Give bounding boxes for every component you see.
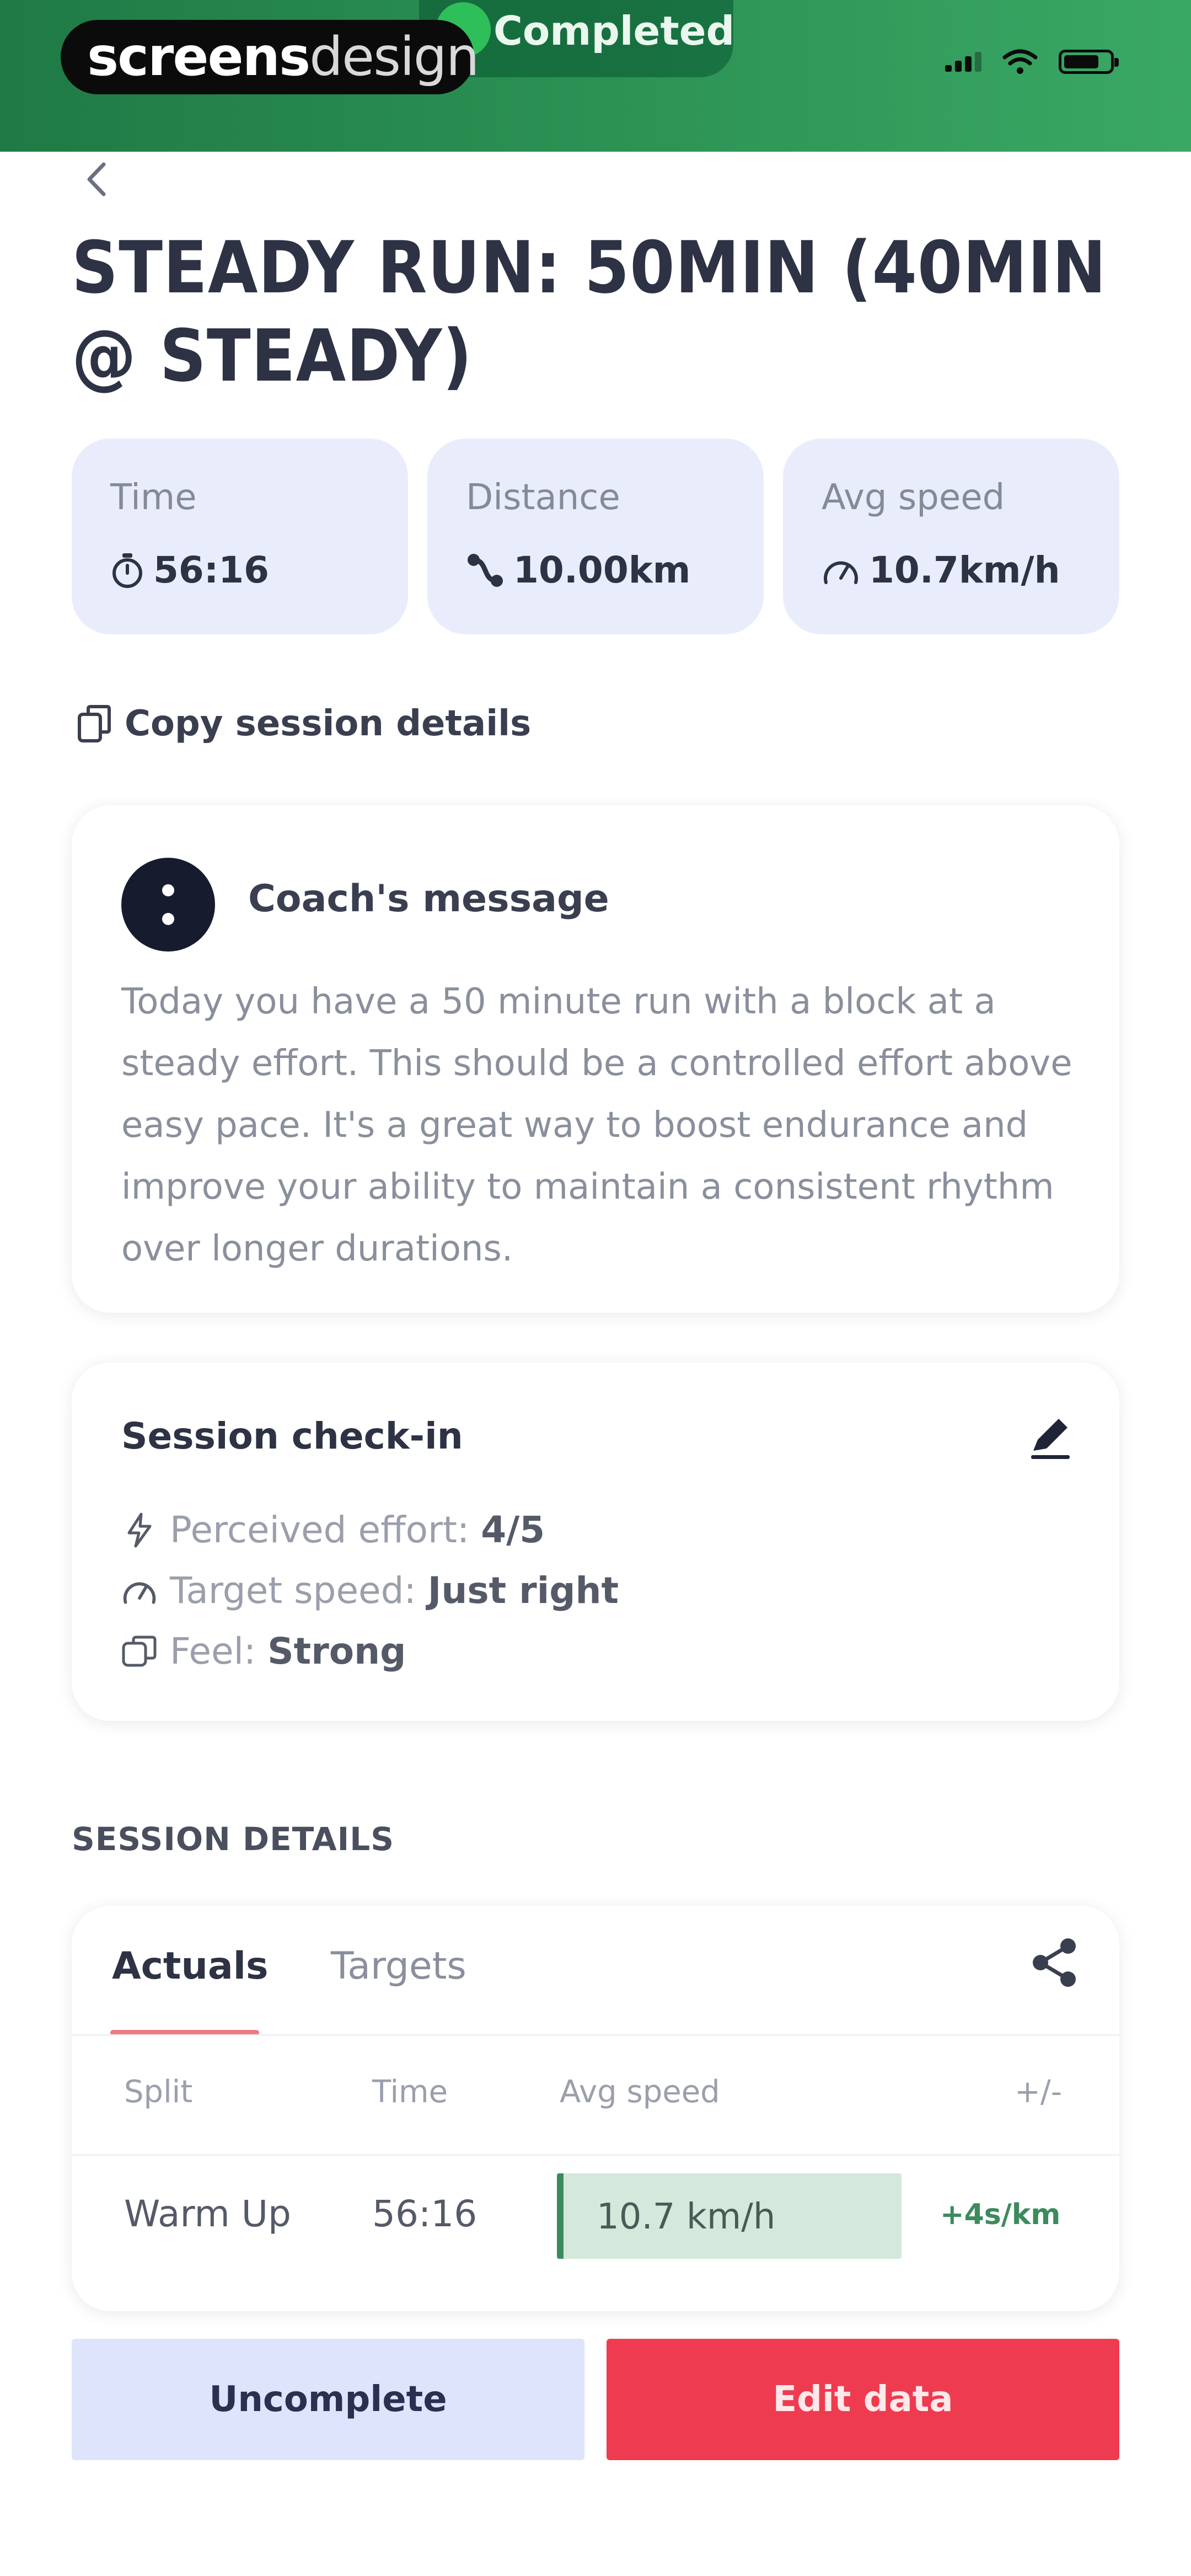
- checkin-row-effort: Perceived effort: 4/5: [121, 1509, 545, 1551]
- edit-checkin-button[interactable]: [1026, 1412, 1075, 1462]
- effort-icon: [127, 1513, 152, 1547]
- session-checkin-card: Session check-in Perceived effort: 4/5 T…: [72, 1362, 1119, 1721]
- header-row-divider: [72, 2154, 1119, 2156]
- wifi-icon: [1002, 49, 1038, 74]
- speedometer-icon: [824, 561, 858, 584]
- route-icon: [468, 553, 503, 587]
- stat-label: Distance: [466, 477, 620, 518]
- feel-icon: [122, 1636, 157, 1666]
- avg-speed-value: 10.7 km/h: [597, 2196, 776, 2237]
- copy-session-details-button[interactable]: Copy session details: [77, 703, 531, 744]
- stat-value: 10.00km: [466, 549, 690, 591]
- stat-value: 10.7km/h: [822, 549, 1060, 591]
- copy-session-details-label: Copy session details: [125, 703, 532, 744]
- column-header-avg-speed: Avg speed: [560, 2074, 720, 2110]
- checkin-row-target-speed: Target speed: Just right: [121, 1569, 619, 1612]
- tabs-divider: [72, 2034, 1119, 2036]
- stat-card-time: Time 56:16: [72, 439, 408, 634]
- page-title: STEADY RUN: 50MIN (40MIN @ STEADY): [72, 226, 1107, 398]
- split-cell: Warm Up: [124, 2193, 291, 2235]
- stat-card-distance: Distance 10.00km: [427, 439, 764, 634]
- diff-cell: +4s/km: [940, 2198, 1061, 2231]
- time-cell: 56:16: [372, 2193, 478, 2235]
- share-icon: [1033, 1938, 1076, 1987]
- coach-message-body: Today you have a 50 minute run with a bl…: [121, 981, 1072, 1269]
- coach-avatar: [121, 858, 215, 952]
- stat-value: 56:16: [110, 549, 269, 591]
- coach-message-card: Coach's message Today you have a 50 minu…: [72, 805, 1119, 1313]
- completed-status-text: Completed: [493, 8, 735, 54]
- stopwatch-icon: [112, 553, 142, 588]
- session-details-heading: SESSION DETAILS: [72, 1820, 394, 1858]
- pencil-icon: [1031, 1419, 1070, 1459]
- column-header-diff: +/-: [1015, 2074, 1062, 2110]
- battery-icon: [1059, 50, 1119, 74]
- session-checkin-title: Session check-in: [121, 1415, 463, 1457]
- stat-label: Avg speed: [822, 477, 1005, 518]
- avg-speed-cell: 10.7 km/h: [557, 2173, 902, 2259]
- column-header-time: Time: [372, 2074, 448, 2110]
- stat-card-avg-speed: Avg speed 10.7km/h: [783, 439, 1119, 634]
- stat-label: Time: [110, 477, 197, 518]
- checkin-row-feel: Feel: Strong: [121, 1630, 406, 1672]
- cellular-signal-icon: [945, 52, 981, 72]
- share-button[interactable]: [1028, 1936, 1081, 1989]
- coach-message-title: Coach's message: [248, 877, 609, 921]
- tab-targets[interactable]: Targets: [331, 1944, 466, 1988]
- chevron-left-icon: [87, 162, 106, 196]
- tab-actuals[interactable]: Actuals: [112, 1944, 269, 1988]
- speedometer-icon: [123, 1582, 156, 1604]
- system-status-icons: [945, 49, 1119, 75]
- back-button[interactable]: [83, 160, 110, 199]
- watermark-logo-text: screensdesign: [87, 26, 480, 88]
- copy-icon: [78, 705, 111, 742]
- uncomplete-button[interactable]: Uncomplete: [72, 2339, 584, 2460]
- edit-data-button[interactable]: Edit data: [607, 2339, 1119, 2460]
- column-header-split: Split: [124, 2074, 193, 2110]
